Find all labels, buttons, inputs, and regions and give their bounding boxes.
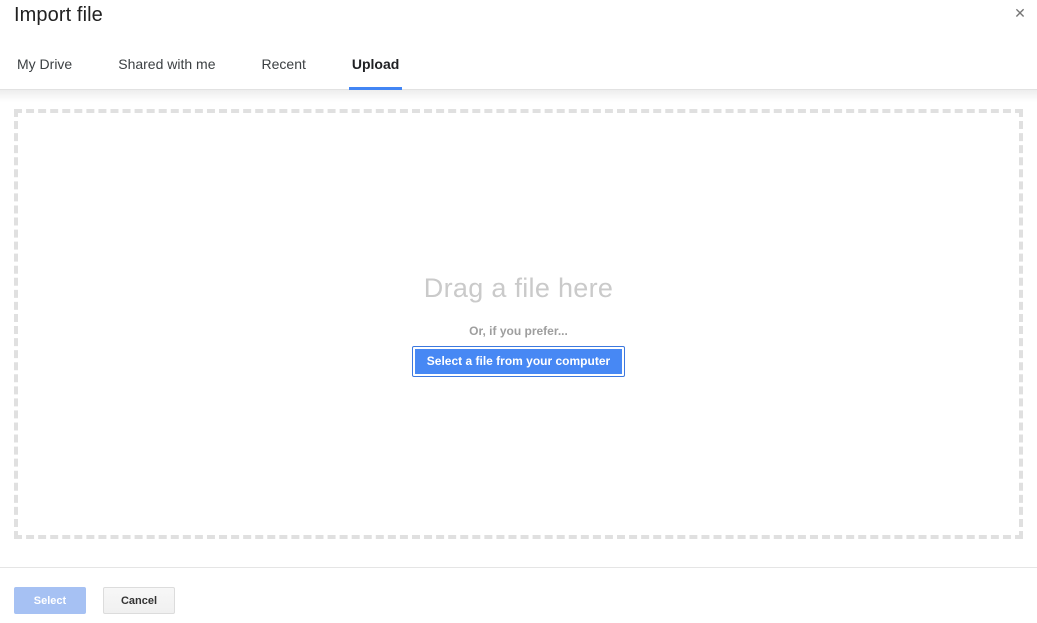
dialog-title: Import file xyxy=(14,4,1023,27)
dialog-header: Import file ✕ xyxy=(0,0,1037,45)
tab-shared-with-me[interactable]: Shared with me xyxy=(117,56,216,89)
dialog-footer: Select Cancel xyxy=(0,567,1037,623)
tab-recent[interactable]: Recent xyxy=(261,56,307,89)
or-if-you-prefer-text: Or, if you prefer... xyxy=(469,324,568,338)
select-file-from-computer-button[interactable]: Select a file from your computer xyxy=(413,347,624,376)
tab-bar-shadow xyxy=(0,90,1037,104)
tab-bar: My Drive Shared with me Recent Upload xyxy=(0,45,1037,90)
close-icon[interactable]: ✕ xyxy=(1011,4,1029,22)
select-button[interactable]: Select xyxy=(14,587,86,614)
file-dropzone[interactable]: Drag a file here Or, if you prefer... Se… xyxy=(14,109,1023,539)
cancel-button[interactable]: Cancel xyxy=(103,587,175,614)
import-file-dialog: Import file ✕ My Drive Shared with me Re… xyxy=(0,0,1037,623)
tab-my-drive[interactable]: My Drive xyxy=(16,56,73,89)
drag-file-here-text: Drag a file here xyxy=(424,273,613,304)
tab-upload[interactable]: Upload xyxy=(351,56,400,89)
